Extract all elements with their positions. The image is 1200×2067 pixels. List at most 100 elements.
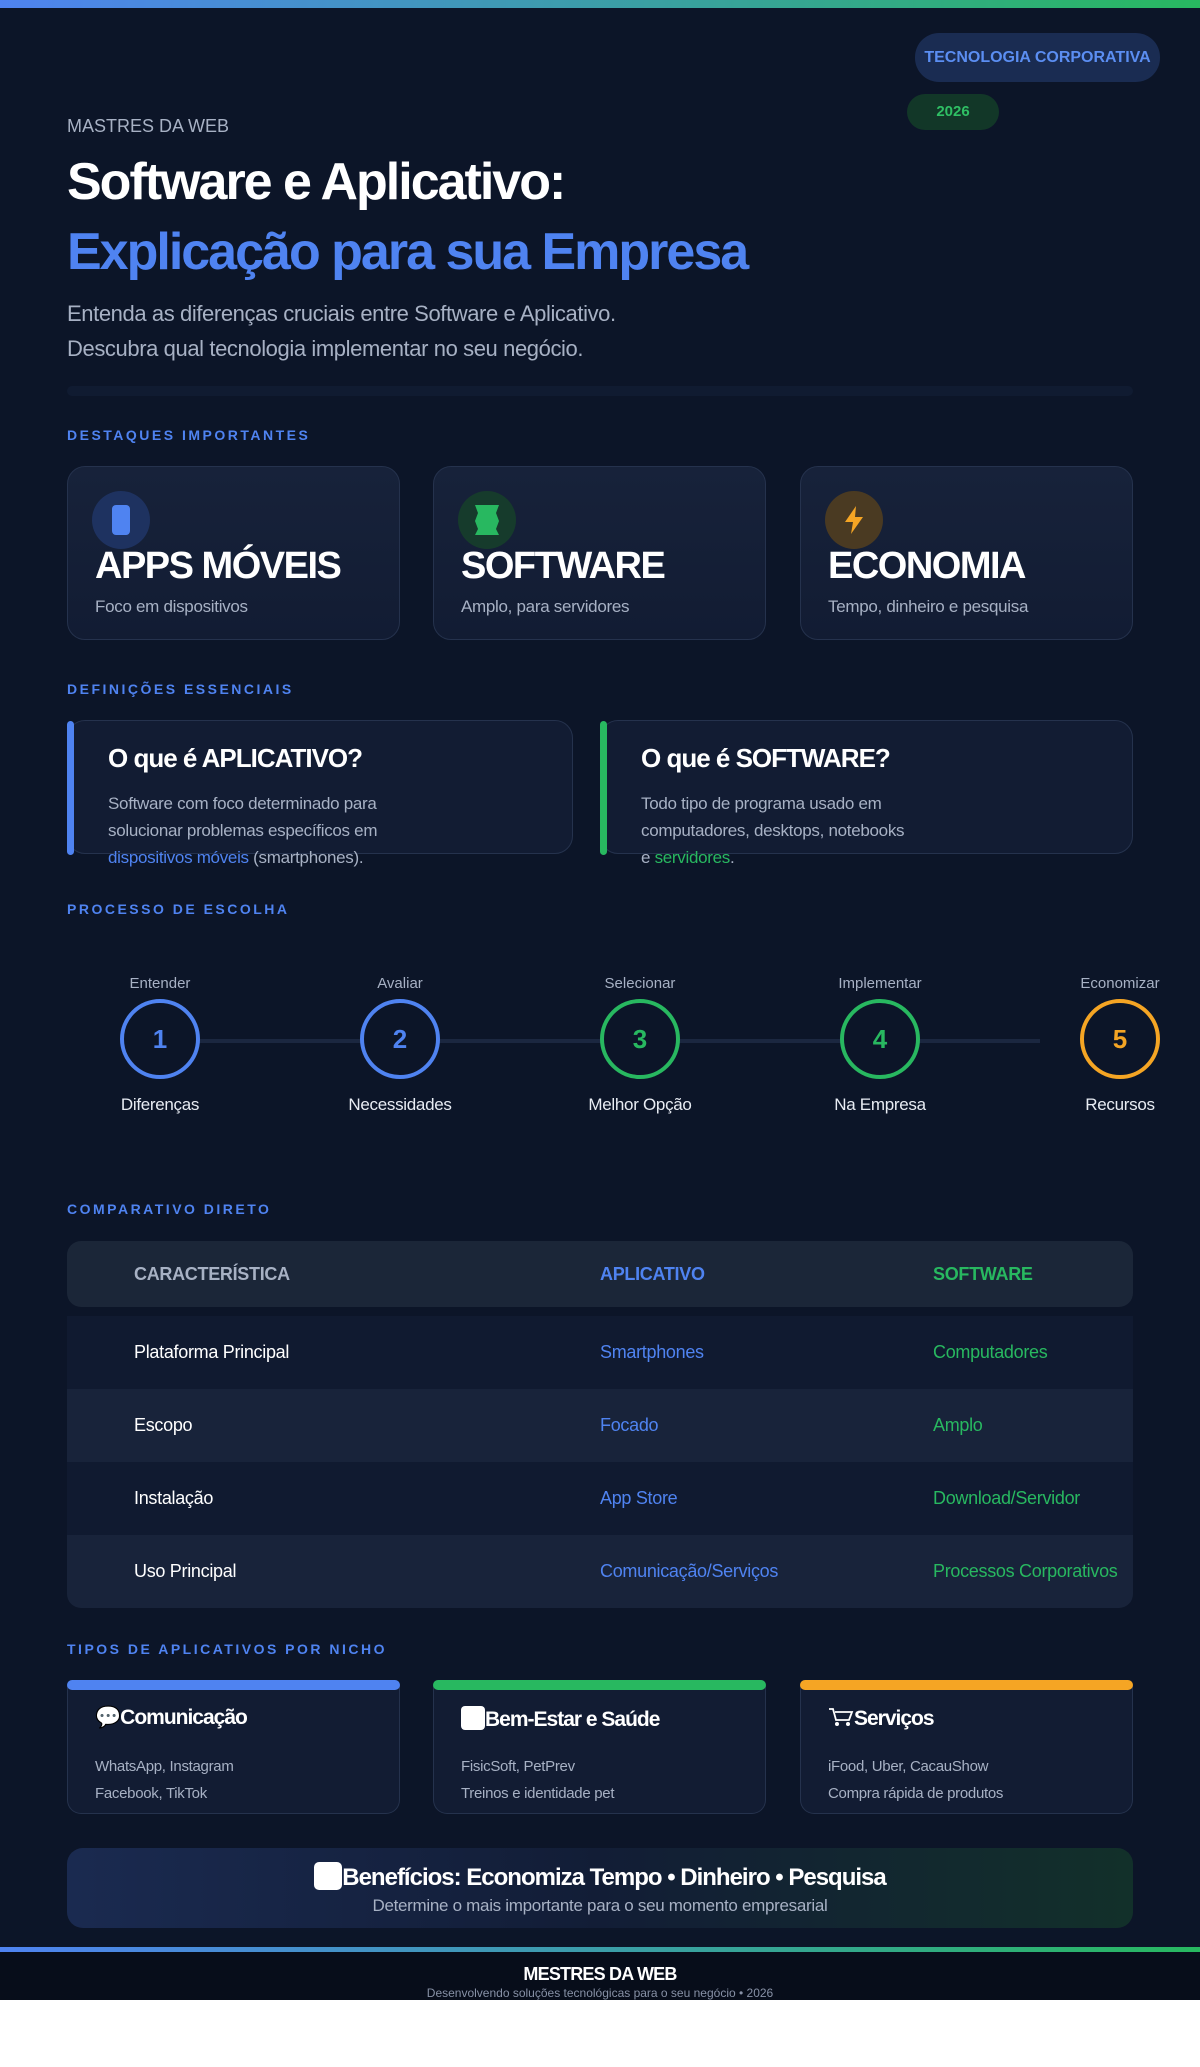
table-cell: Plataforma Principal — [134, 1342, 290, 1362]
section-label-highlights: DESTAQUES IMPORTANTES — [67, 427, 311, 443]
highlight-card-economy: ECONOMIA Tempo, dinheiro e pesquisa — [800, 466, 1133, 640]
table-cell: Focado — [600, 1415, 659, 1435]
table-row: Escopo Focado Amplo — [67, 1389, 1133, 1462]
column-header: SOFTWARE — [933, 1263, 1033, 1284]
highlight-desc: Amplo, para servidores — [461, 597, 630, 616]
table-cell: App Store — [600, 1488, 678, 1508]
phone-icon — [92, 491, 150, 549]
page-title-highlight: Explicação para sua Empresa — [67, 223, 749, 281]
definition-title: O que é APLICATIVO? — [108, 743, 363, 773]
lightning-icon — [825, 491, 883, 549]
column-header: APLICATIVO — [600, 1263, 705, 1284]
step-bottom-label: Na Empresa — [834, 1095, 926, 1114]
table-cell: Computadores — [933, 1342, 1048, 1362]
table-cell: Uso Principal — [134, 1561, 237, 1581]
process-step-5: Economizar 5 Recursos — [1040, 975, 1200, 1115]
highlight-title: APPS MÓVEIS — [95, 545, 342, 587]
niche-line: FisicSoft, PetPrev — [461, 1758, 575, 1775]
definition-highlight: servidores — [654, 848, 731, 867]
card-top-bar — [67, 1680, 400, 1690]
definition-line: Todo tipo de programa usado em — [641, 794, 882, 813]
definition-line: dispositivos móveis (smartphones). — [108, 844, 377, 871]
step-number: 3 — [600, 999, 680, 1079]
step-number: 1 — [120, 999, 200, 1079]
table-cell: Comunicação/Serviços — [600, 1561, 779, 1581]
step-top-label: Implementar — [838, 975, 922, 992]
niche-title: Bem-Estar e Saúde — [461, 1706, 660, 1732]
highlight-title: ECONOMIA — [828, 545, 1027, 587]
step-number: 2 — [360, 999, 440, 1079]
step-top-label: Economizar — [1080, 975, 1160, 992]
niche-title: 💬Comunicação — [95, 1706, 248, 1729]
card-accent — [600, 721, 607, 855]
step-bottom-label: Necessidades — [348, 1095, 452, 1114]
definition-line: computadores, desktops, notebooks — [641, 821, 905, 840]
footer-tagline: Desenvolvendo soluções tecnológicas para… — [426, 1986, 774, 2000]
step-top-label: Selecionar — [604, 975, 676, 992]
niche-line: Facebook, TikTok — [95, 1785, 207, 1802]
section-label-comparison: COMPARATIVO DIRETO — [67, 1201, 272, 1217]
definition-prefix: e — [641, 848, 655, 867]
footer-brand: MESTRES DA WEB — [523, 1964, 677, 1984]
cart-icon — [828, 1707, 854, 1730]
definition-line: e servidores. — [641, 844, 904, 871]
niche-card-health: Bem-Estar e Saúde FisicSoft, PetPrev Tre… — [433, 1680, 766, 1814]
highlight-desc: Foco em dispositivos — [95, 597, 248, 616]
server-icon — [458, 491, 516, 549]
step-number: 4 — [840, 999, 920, 1079]
step-top-label: Entender — [129, 975, 191, 992]
definition-line: solucionar problemas específicos em — [108, 821, 378, 840]
niche-line: Treinos e identidade pet — [461, 1785, 615, 1802]
table-cell: Download/Servidor — [933, 1488, 1080, 1508]
definition-tail: . — [730, 848, 735, 867]
footer: MESTRES DA WEB Desenvolvendo soluções te… — [0, 1952, 1200, 2000]
year-badge: 2026 — [907, 94, 999, 130]
niche-card-services: Serviços iFood, Uber, CacauShow Compra r… — [800, 1680, 1133, 1814]
highlight-title: SOFTWARE — [461, 545, 666, 587]
speech-bubble-icon: 💬 — [95, 1706, 121, 1729]
category-badge: TECNOLOGIA CORPORATIVA — [915, 33, 1160, 82]
column-header: CARACTERÍSTICA — [134, 1263, 290, 1284]
table-row: Uso Principal Comunicação/Serviços Proce… — [67, 1535, 1133, 1608]
table-header: CARACTERÍSTICA APLICATIVO SOFTWARE — [67, 1241, 1133, 1307]
step-number: 5 — [1080, 999, 1160, 1079]
benefits-banner: Benefícios: Economiza Tempo • Dinheiro •… — [67, 1848, 1133, 1928]
brand-name: MASTRES DA WEB — [67, 116, 230, 136]
niche-line: WhatsApp, Instagram — [95, 1758, 234, 1775]
section-label-niches: TIPOS DE APLICATIVOS POR NICHO — [67, 1641, 388, 1657]
definition-text: Software com foco determinado para soluc… — [108, 790, 377, 871]
page-title: Software e Aplicativo: — [67, 153, 566, 211]
page-subtitle: Entenda as diferenças cruciais entre Sof… — [67, 296, 616, 366]
subtitle-line: Entenda as diferenças cruciais entre Sof… — [67, 301, 616, 326]
process-step-3: Selecionar 3 Melhor Opção — [560, 975, 720, 1115]
top-accent-bar — [0, 0, 1200, 8]
highlight-card-software: SOFTWARE Amplo, para servidores — [433, 466, 766, 640]
process-step-1: Entender 1 Diferenças — [80, 975, 240, 1115]
step-bottom-label: Recursos — [1085, 1095, 1155, 1114]
niche-title: Serviços — [828, 1706, 935, 1731]
table-cell: Processos Corporativos — [933, 1561, 1118, 1581]
definition-highlight: dispositivos móveis — [108, 848, 249, 867]
table-cell: Amplo — [933, 1415, 983, 1435]
highlight-card-apps: APPS MÓVEIS Foco em dispositivos — [67, 466, 400, 640]
niche-card-communication: 💬Comunicação WhatsApp, Instagram Faceboo… — [67, 1680, 400, 1814]
step-bottom-label: Diferenças — [120, 1095, 200, 1114]
table-cell: Escopo — [134, 1415, 193, 1435]
subtitle-line: Descubra qual tecnologia implementar no … — [67, 336, 584, 361]
process-step-4: Implementar 4 Na Empresa — [800, 975, 960, 1115]
niche-line: Compra rápida de produtos — [828, 1785, 1004, 1802]
highlight-desc: Tempo, dinheiro e pesquisa — [828, 597, 1029, 616]
card-top-bar — [800, 1680, 1133, 1690]
process-step-2: Avaliar 2 Necessidades — [320, 975, 480, 1115]
card-accent — [67, 721, 74, 855]
section-label-definitions: DEFINIÇÕES ESSENCIAIS — [67, 681, 294, 697]
definition-card-app: O que é APLICATIVO? Software com foco de… — [67, 720, 573, 867]
health-icon — [461, 1706, 485, 1730]
definition-line: Software com foco determinado para — [108, 794, 377, 813]
table-cell: Instalação — [134, 1488, 214, 1508]
section-label-process: PROCESSO DE ESCOLHA — [67, 901, 290, 917]
table-row: Instalação App Store Download/Servidor — [67, 1462, 1133, 1535]
definition-text: Todo tipo de programa usado em computado… — [641, 790, 905, 871]
definition-title: O que é SOFTWARE? — [641, 743, 891, 773]
benefits-subtitle: Determine o mais importante para o seu m… — [372, 1896, 828, 1915]
